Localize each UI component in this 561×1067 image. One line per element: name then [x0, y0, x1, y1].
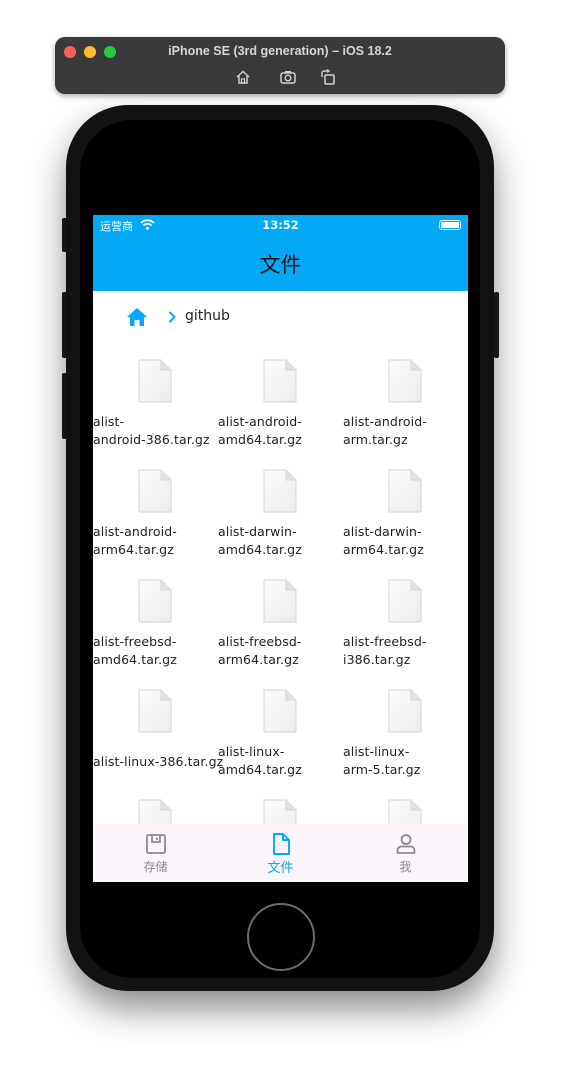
file-item[interactable]: alist-darwin-amd64.tar.gz — [218, 453, 343, 563]
chevron-right-icon — [168, 311, 176, 323]
document-icon — [388, 579, 422, 623]
file-name: alist-linux-amd64.tar.gz — [218, 743, 343, 779]
app-screen: 运营商 13:52 文件 github alist-android-386.ta… — [93, 215, 468, 882]
document-icon — [138, 689, 172, 733]
document-icon — [388, 359, 422, 403]
file-name: alist-android-arm64.tar.gz — [93, 523, 218, 559]
document-icon — [263, 469, 297, 513]
storage-icon — [146, 834, 166, 854]
file-name-line: arm64.tar.gz — [218, 652, 299, 667]
file-name: alist-linux-386.tar.gz — [93, 753, 224, 771]
app-bar: 文件 — [93, 235, 468, 291]
file-name-line: alist-freebsd- — [218, 634, 302, 649]
battery-icon — [439, 220, 461, 230]
home-icon[interactable] — [126, 307, 148, 327]
document-icon — [138, 799, 172, 824]
file-name-line: i386.tar.gz — [343, 652, 411, 667]
file-item[interactable]: alist-freebsd-amd64.tar.gz — [93, 563, 218, 673]
file-name-line: arm64.tar.gz — [93, 542, 174, 557]
file-name-line: alist-android- — [93, 524, 177, 539]
document-icon — [263, 579, 297, 623]
file-name: alist-freebsd-amd64.tar.gz — [93, 633, 218, 669]
file-name-line: amd64.tar.gz — [218, 762, 302, 777]
document-icon — [138, 359, 172, 403]
power-button — [494, 292, 499, 358]
tab-storage[interactable]: 存储 — [93, 824, 218, 882]
document-icon — [388, 469, 422, 513]
file-name-line: alist- — [93, 414, 125, 429]
file-name: alist-darwin-arm64.tar.gz — [343, 523, 468, 559]
file-item[interactable]: alist-freebsd-arm64.tar.gz — [218, 563, 343, 673]
tab-label: 文件 — [267, 861, 294, 876]
file-name-line: alist-linux- — [343, 744, 410, 759]
breadcrumb: github — [93, 291, 468, 343]
file-name: alist-android-arm.tar.gz — [343, 413, 468, 449]
tab-label: 我 — [399, 860, 412, 874]
file-name-line: amd64.tar.gz — [218, 542, 302, 557]
file-name-line: arm-5.tar.gz — [343, 762, 421, 777]
file-item[interactable] — [218, 783, 343, 824]
file-name-line: alist-linux-386.tar.gz — [93, 754, 224, 769]
file-item[interactable]: alist-android-386.tar.gz — [93, 343, 218, 453]
file-item[interactable] — [93, 783, 218, 824]
file-name-line: amd64.tar.gz — [218, 432, 302, 447]
file-name: alist-darwin-amd64.tar.gz — [218, 523, 343, 559]
document-icon — [263, 359, 297, 403]
file-item[interactable]: alist-android-arm64.tar.gz — [93, 453, 218, 563]
file-icon — [273, 833, 290, 855]
file-name-line: alist-android- — [343, 414, 427, 429]
document-icon — [263, 799, 297, 824]
bottom-tab-bar: 存储 文件 我 — [93, 824, 468, 882]
simulator-title: iPhone SE (3rd generation) – iOS 18.2 — [168, 44, 392, 58]
file-name-line: alist-freebsd- — [343, 634, 427, 649]
file-name-line: alist-freebsd- — [93, 634, 177, 649]
file-name: alist-freebsd-arm64.tar.gz — [218, 633, 343, 669]
file-name: alist-android-amd64.tar.gz — [218, 413, 343, 449]
file-item[interactable]: alist-linux-386.tar.gz — [93, 673, 224, 783]
file-item[interactable]: alist-android-amd64.tar.gz — [218, 343, 343, 453]
rotate-icon[interactable] — [319, 68, 337, 86]
status-bar: 运营商 13:52 — [93, 215, 468, 235]
file-item[interactable]: alist-darwin-arm64.tar.gz — [343, 453, 468, 563]
home-button-icon[interactable] — [234, 68, 252, 86]
file-name-line: alist-darwin- — [218, 524, 297, 539]
file-item[interactable]: alist-linux-amd64.tar.gz — [218, 673, 343, 783]
tab-me[interactable]: 我 — [343, 824, 468, 882]
document-icon — [263, 689, 297, 733]
page-title: 文件 — [259, 253, 302, 277]
file-grid: alist-android-386.tar.gz alist-android-am… — [93, 343, 468, 824]
phone-home-button[interactable] — [247, 903, 315, 971]
simulator-title-bar: iPhone SE (3rd generation) – iOS 18.2 — [55, 37, 505, 94]
breadcrumb-item-github[interactable]: github — [185, 308, 230, 324]
document-icon — [388, 799, 422, 824]
file-item[interactable]: alist-linux-arm-5.tar.gz — [343, 673, 468, 783]
file-name-line: alist-darwin- — [343, 524, 422, 539]
file-name: alist-android-386.tar.gz — [93, 413, 218, 449]
document-icon — [388, 689, 422, 733]
file-name-line: arm.tar.gz — [343, 432, 408, 447]
status-time: 13:52 — [262, 218, 299, 232]
file-name-line: alist-android- — [218, 414, 302, 429]
document-icon — [138, 469, 172, 513]
file-item[interactable] — [343, 783, 468, 824]
document-icon — [138, 579, 172, 623]
tab-files[interactable]: 文件 — [218, 824, 343, 882]
file-name: alist-linux-arm-5.tar.gz — [343, 743, 468, 779]
file-name-line: amd64.tar.gz — [93, 652, 177, 667]
file-item[interactable]: alist-freebsd-i386.tar.gz — [343, 563, 468, 673]
file-item[interactable]: alist-android-arm.tar.gz — [343, 343, 468, 453]
file-name-line: arm64.tar.gz — [343, 542, 424, 557]
file-name-line: alist-linux- — [218, 744, 285, 759]
person-icon — [396, 834, 416, 854]
tab-label: 存储 — [143, 860, 168, 874]
screenshot-icon[interactable] — [279, 68, 297, 86]
file-name: alist-freebsd-i386.tar.gz — [343, 633, 468, 669]
file-name-line: android-386.tar.gz — [93, 432, 210, 447]
